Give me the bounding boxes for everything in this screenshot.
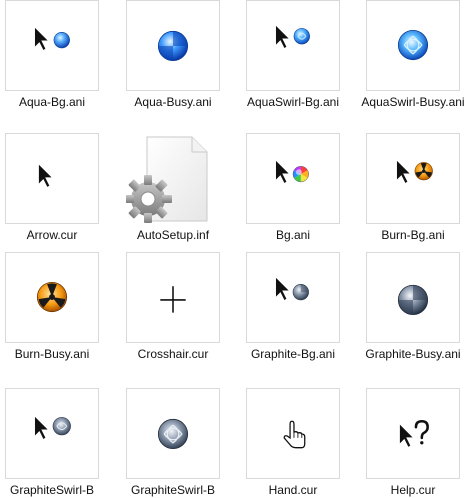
arrow-with-blue-orb-icon xyxy=(33,25,70,52)
arrow-with-rainbow-orb-icon xyxy=(274,158,309,185)
thumbnail xyxy=(366,252,460,343)
file-item-crosshair[interactable]: Crosshair.cur xyxy=(121,252,241,386)
file-name: Crosshair.cur xyxy=(137,347,209,361)
thumbnail xyxy=(126,0,220,91)
file-name: Graphite-Busy.ani xyxy=(365,347,461,361)
file-item-graphiteswirl-bg[interactable]: GraphiteSwirl-B xyxy=(0,388,120,498)
thumbnail xyxy=(126,133,220,224)
file-item-graphiteswirl-busy[interactable]: GraphiteSwirl-B xyxy=(121,388,241,498)
file-name: Graphite-Bg.ani xyxy=(250,347,336,361)
file-item-aqua-bg[interactable]: Aqua-Bg.ani xyxy=(0,0,120,134)
file-item-burn-busy[interactable]: Burn-Busy.ani xyxy=(0,252,120,386)
file-name: Help.cur xyxy=(390,483,436,497)
thumbnail xyxy=(366,0,460,91)
file-item-hand[interactable]: Hand.cur xyxy=(241,388,361,498)
thumbnail xyxy=(246,0,340,91)
thumbnail xyxy=(126,388,220,479)
arrow-with-graphite-orb-icon xyxy=(274,275,309,302)
file-name: Arrow.cur xyxy=(26,228,78,242)
crosshair-icon xyxy=(160,286,186,313)
thumbnail xyxy=(246,133,340,224)
file-item-aqua-busy[interactable]: Aqua-Busy.ani xyxy=(121,0,241,134)
file-name: AutoSetup.inf xyxy=(136,228,210,242)
file-item-aquaswirl-busy[interactable]: AquaSwirl-Busy.ani xyxy=(361,0,474,134)
radiation-orb-icon xyxy=(36,281,68,313)
file-name: Bg.ani xyxy=(275,228,311,242)
file-name: GraphiteSwirl-B xyxy=(9,483,95,497)
thumbnail xyxy=(126,252,220,343)
file-item-help[interactable]: Help.cur xyxy=(361,388,474,498)
graphite-orb-icon xyxy=(397,284,429,316)
thumbnail xyxy=(5,252,99,343)
thumbnail xyxy=(366,133,460,224)
file-item-aquaswirl-bg[interactable]: AquaSwirl-Bg.ani xyxy=(241,0,361,134)
file-item-arrow[interactable]: Arrow.cur xyxy=(0,133,120,267)
blue-swirl-orb-icon xyxy=(397,29,429,61)
file-item-graphite-bg[interactable]: Graphite-Bg.ani xyxy=(241,252,361,386)
file-name: AquaSwirl-Busy.ani xyxy=(361,95,465,109)
arrow-with-graphite-swirl-icon xyxy=(33,413,71,441)
blue-orb-icon xyxy=(157,30,189,62)
file-name: AquaSwirl-Bg.ani xyxy=(246,95,340,109)
thumbnail xyxy=(5,388,99,479)
thumbnail xyxy=(366,388,460,479)
hand-cursor-icon xyxy=(283,420,306,449)
file-item-autosetup[interactable]: AutoSetup.inf xyxy=(121,133,241,267)
file-name: Burn-Bg.ani xyxy=(381,228,445,242)
arrow-with-blue-swirl-icon xyxy=(274,23,310,50)
thumbnail xyxy=(246,252,340,343)
thumbnail xyxy=(5,0,99,91)
file-item-graphite-busy[interactable]: Graphite-Busy.ani xyxy=(361,252,474,386)
settings-file-icon xyxy=(126,136,208,223)
arrow-cursor-icon xyxy=(37,161,55,189)
help-cursor-icon xyxy=(398,418,431,449)
file-name: Aqua-Busy.ani xyxy=(134,95,212,109)
thumbnail xyxy=(5,133,99,224)
arrow-with-radiation-orb-icon xyxy=(395,158,433,185)
graphite-swirl-orb-icon xyxy=(157,418,189,450)
file-item-bg[interactable]: Bg.ani xyxy=(241,133,361,267)
file-name: Aqua-Bg.ani xyxy=(18,95,86,109)
file-name: GraphiteSwirl-B xyxy=(130,483,216,497)
file-item-burn-bg[interactable]: Burn-Bg.ani xyxy=(361,133,474,267)
file-icon-grid: Aqua-Bg.ani Aqua-Busy.ani AquaSwirl-Bg.a… xyxy=(0,0,474,498)
thumbnail xyxy=(246,388,340,479)
file-name: Hand.cur xyxy=(268,483,318,497)
file-name: Burn-Busy.ani xyxy=(14,347,90,361)
